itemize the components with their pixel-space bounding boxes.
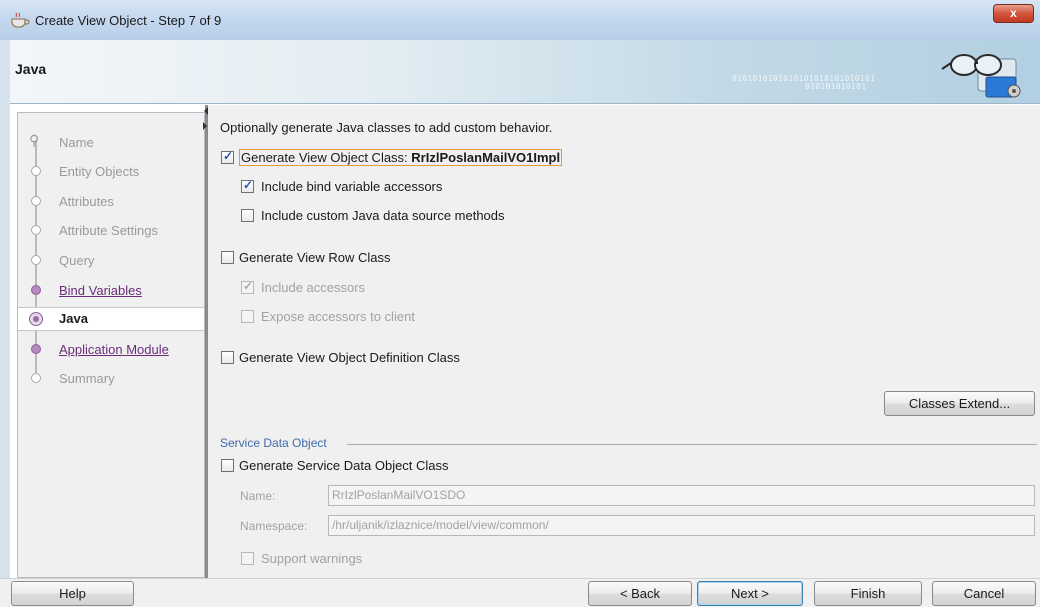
java-options-panel: Optionally generate Java classes to add … [208,105,1040,578]
step-label: Summary [59,371,115,386]
support-warnings-label: Support warnings [261,551,363,566]
classes-extend-button[interactable]: Classes Extend... [884,391,1035,416]
step-label: Bind Variables [59,283,142,298]
include-bind-variable-accessors-label[interactable]: Include bind variable accessors [261,179,442,194]
cancel-button[interactable]: Cancel [932,581,1036,606]
generate-definition-class-checkbox[interactable] [221,351,234,364]
intro-text: Optionally generate Java classes to add … [220,120,553,135]
back-button[interactable]: < Back [588,581,692,606]
step-pending-icon [31,373,41,383]
expose-accessors-checkbox [241,310,254,323]
checkbox-label-text: Generate View Object Class: [241,150,412,165]
step-label: Entity Objects [59,164,140,179]
sdo-name-label: Name: [240,489,276,503]
step-attributes[interactable]: Attributes [18,191,204,213]
include-accessors-checkbox [241,279,254,294]
step-label: Java [59,311,88,326]
wizard-glasses-icon [941,54,1021,98]
include-accessors-label: Include accessors [261,280,366,295]
section-divider [347,444,1037,445]
step-query[interactable]: Query [18,250,204,272]
step-pending-icon [29,132,41,149]
step-pending-icon [31,166,41,176]
coffee-cup-icon [11,12,30,28]
generate-view-row-class-label[interactable]: Generate View Row Class [239,250,391,265]
binary-decoration-2: 010101010101 [805,82,867,91]
step-pending-icon [31,225,41,235]
step-label: Attribute Settings [59,223,158,238]
include-custom-data-source-label[interactable]: Include custom Java data source methods [261,208,505,223]
page-title: Java [15,61,47,77]
step-attribute-settings[interactable]: Attribute Settings [18,220,204,242]
step-application-module[interactable]: Application Module [18,339,204,361]
step-label: Application Module [59,342,169,357]
step-visited-icon [31,285,41,295]
step-java[interactable]: Java [18,307,204,331]
view-object-class-name: RrIzlPoslanMailVO1Impl [411,150,561,165]
include-bind-variable-accessors-checkbox[interactable] [241,178,254,193]
generate-sdo-class-label[interactable]: Generate Service Data Object Class [239,458,449,473]
sdo-name-field: RrIzlPoslanMailVO1SDO [328,485,1035,506]
collapse-right-icon[interactable] [203,122,207,130]
step-label: Query [59,253,95,268]
wizard-steps-nav: Name Entity Objects Attributes Attribute… [17,112,205,578]
step-visited-icon [31,344,41,354]
generate-definition-class-label[interactable]: Generate View Object Definition Class [239,350,460,365]
step-name[interactable]: Name [18,132,204,154]
step-summary[interactable]: Summary [18,368,204,390]
close-button[interactable]: x [993,4,1034,23]
help-button[interactable]: Help [11,581,134,606]
window-title: Create View Object - Step 7 of 9 [35,13,222,28]
generate-view-row-class-checkbox[interactable] [221,251,234,264]
step-bind-variables[interactable]: Bind Variables [18,280,204,302]
wizard-header: Java 0101010101010101010101010101 010101… [10,40,1040,104]
step-label: Attributes [59,194,114,209]
generate-view-object-class-label[interactable]: Generate View Object Class: RrIzlPoslanM… [239,149,563,166]
expose-accessors-label: Expose accessors to client [261,309,415,324]
dialog-footer: Help < Back Next > Finish Cancel [0,578,1040,607]
sdo-namespace-field: /hr/uljanik/izlaznice/model/view/common/ [328,515,1035,536]
next-button[interactable]: Next > [697,581,803,606]
step-current-icon [29,312,43,326]
step-entity-objects[interactable]: Entity Objects [18,161,204,183]
support-warnings-checkbox [241,552,254,565]
step-pending-icon [31,196,41,206]
generate-sdo-class-checkbox[interactable] [221,459,234,472]
finish-button[interactable]: Finish [814,581,922,606]
window-frame [0,40,10,580]
step-label: Name [59,135,94,150]
generate-view-object-class-checkbox[interactable] [221,149,234,164]
include-custom-data-source-checkbox[interactable] [241,209,254,222]
sdo-section-title: Service Data Object [220,436,327,450]
step-pending-icon [31,255,41,265]
title-bar: Create View Object - Step 7 of 9 x [0,0,1040,40]
sdo-namespace-label: Namespace: [240,519,308,533]
